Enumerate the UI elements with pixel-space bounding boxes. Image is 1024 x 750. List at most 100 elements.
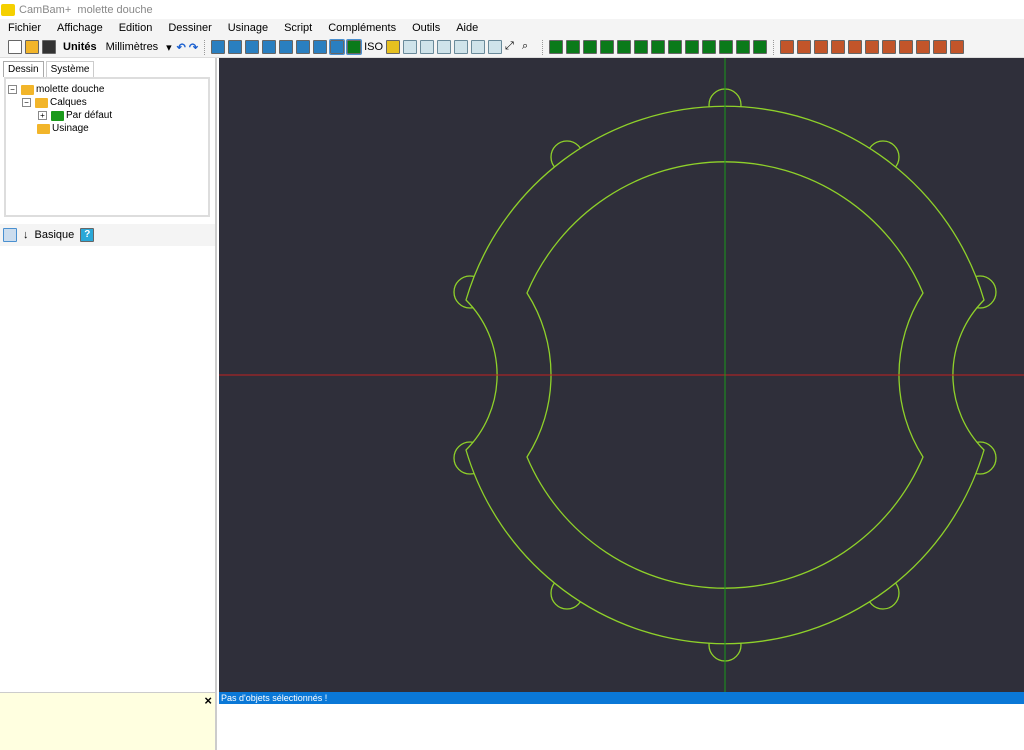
save-icon[interactable] — [42, 40, 56, 54]
gcode-icon[interactable] — [899, 40, 914, 54]
snap-mid-icon[interactable] — [279, 40, 294, 54]
open-folder-icon[interactable] — [25, 40, 39, 54]
spline-icon[interactable] — [651, 40, 666, 54]
units-select[interactable]: Millimètres ▾ — [104, 39, 174, 55]
collapse-icon[interactable]: − — [8, 85, 17, 94]
drawing-tree: − molette douche − Calques + Par défaut Usi… — [4, 77, 210, 217]
zoom-fit-icon[interactable]: ⤢ — [505, 40, 519, 54]
view-right-icon[interactable] — [488, 40, 503, 54]
drawing-svg[interactable] — [219, 58, 1024, 692]
tree-machining-label: Usinage — [52, 123, 89, 134]
left-panel: Dessin Système − molette douche − Calques … — [0, 58, 217, 750]
menu-complements[interactable]: Compléments — [320, 22, 404, 34]
arc-icon[interactable] — [634, 40, 649, 54]
rectangle-icon[interactable] — [600, 40, 615, 54]
undo-icon[interactable]: ↶ — [177, 41, 186, 54]
pocket-icon[interactable] — [814, 40, 829, 54]
hatch-icon[interactable] — [719, 40, 734, 54]
separator — [542, 39, 544, 55]
lightning-icon[interactable] — [702, 40, 717, 54]
profile-icon[interactable] — [797, 40, 812, 54]
message-panel: × — [0, 692, 215, 750]
categorized-icon[interactable] — [3, 228, 17, 242]
basic-mode-button[interactable]: Basique — [35, 229, 75, 241]
cambam-logo-icon — [1, 3, 15, 16]
sort-az-icon[interactable]: ↓ — [23, 229, 29, 241]
view-3d-icon[interactable] — [386, 40, 401, 54]
tree-default-layer[interactable]: + Par défaut — [8, 109, 206, 122]
tree-layers-label: Calques — [50, 97, 87, 108]
units-value: Millimètres — [105, 41, 159, 53]
view-bottom-icon[interactable] — [420, 40, 435, 54]
view-front-icon[interactable] — [437, 40, 452, 54]
tree-default-layer-label: Par défaut — [66, 110, 113, 121]
menu-affichage[interactable]: Affichage — [49, 22, 111, 34]
array-icon[interactable] — [753, 40, 768, 54]
folder-icon — [35, 97, 48, 108]
drill-icon[interactable] — [780, 40, 795, 54]
tree-layers[interactable]: − Calques — [8, 96, 206, 109]
polyline-icon[interactable] — [549, 40, 564, 54]
more-icon[interactable] — [950, 40, 965, 54]
points-icon[interactable] — [583, 40, 598, 54]
drawing-canvas[interactable] — [219, 58, 1024, 692]
text-icon[interactable] — [617, 40, 632, 54]
snap-icon[interactable] — [211, 40, 226, 54]
grid-icon[interactable] — [228, 40, 243, 54]
menu-script[interactable]: Script — [276, 22, 320, 34]
document-name: molette douche — [77, 3, 153, 16]
menu-aide[interactable]: Aide — [448, 22, 486, 34]
menu-bar: Fichier Affichage Edition Dessiner Usina… — [0, 19, 1024, 37]
3d-profile-icon[interactable] — [865, 40, 880, 54]
tab-dessin[interactable]: Dessin — [3, 61, 44, 77]
menu-outils[interactable]: Outils — [404, 22, 448, 34]
close-icon[interactable]: × — [204, 693, 212, 708]
layer-icon — [51, 110, 64, 121]
zoom-window-icon[interactable]: ⌕ — [522, 40, 536, 54]
show-grid-icon[interactable] — [329, 39, 346, 55]
menu-edition[interactable]: Edition — [111, 22, 161, 34]
tree-root-label: molette douche — [36, 84, 105, 95]
circle-icon[interactable] — [566, 40, 581, 54]
tree-machining[interactable]: Usinage — [8, 122, 206, 135]
lathe-icon[interactable] — [848, 40, 863, 54]
separator — [204, 39, 206, 55]
app-name: CamBam+ — [19, 3, 72, 16]
3d-surface-icon[interactable] — [882, 40, 897, 54]
tree-root[interactable]: − molette douche — [8, 83, 206, 96]
polygon-icon[interactable] — [736, 40, 751, 54]
snap-points-icon[interactable] — [245, 40, 260, 54]
toolbar: Unités Millimètres ▾ ↶ ↷ ISO ⤢ ⌕ — [0, 37, 1024, 58]
properties-toolbar: ↓ Basique ? — [0, 224, 215, 246]
snap-add-icon[interactable] — [296, 40, 311, 54]
snap-object-icon[interactable] — [313, 40, 328, 54]
curve-icon[interactable] — [685, 40, 700, 54]
status-bar: Pas d'objets sélectionnés ! — [219, 692, 1024, 704]
units-label: Unités — [63, 41, 97, 53]
view-back-icon[interactable] — [454, 40, 469, 54]
chevron-down-icon: ▾ — [166, 41, 172, 54]
view-left-icon[interactable] — [471, 40, 486, 54]
output-panel — [219, 704, 1024, 750]
collapse-icon[interactable]: − — [22, 98, 31, 107]
folder-icon — [37, 123, 50, 134]
surface-icon[interactable] — [668, 40, 683, 54]
title-bar: CamBam+ molette douche — [0, 0, 1024, 19]
menu-fichier[interactable]: Fichier — [0, 22, 49, 34]
snap-centers-icon[interactable] — [262, 40, 277, 54]
menu-usinage[interactable]: Usinage — [220, 22, 276, 34]
tab-systeme[interactable]: Système — [45, 61, 95, 77]
separator — [773, 39, 775, 55]
folder-icon — [21, 84, 34, 95]
show-axes-icon[interactable] — [346, 39, 363, 55]
new-file-icon[interactable] — [8, 40, 22, 54]
engrave-icon[interactable] — [831, 40, 846, 54]
redo-icon[interactable]: ↷ — [189, 41, 198, 54]
menu-dessiner[interactable]: Dessiner — [160, 22, 219, 34]
view-top-icon[interactable] — [403, 40, 418, 54]
expand-icon[interactable]: + — [38, 111, 47, 120]
part-icon[interactable] — [916, 40, 931, 54]
iso-view-button[interactable]: ISO — [364, 41, 383, 53]
style-icon[interactable] — [933, 40, 948, 54]
help-button[interactable]: ? — [80, 228, 95, 242]
